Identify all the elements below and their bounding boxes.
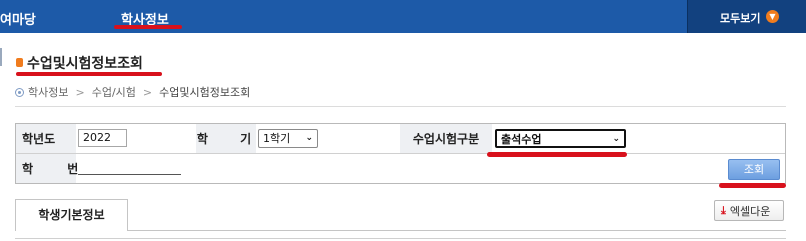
chevron-down-icon: ⌄ (305, 133, 313, 143)
annotation-underline-nav (114, 25, 182, 29)
class-exam-type-label: 수업시험구분 (400, 124, 492, 153)
title-bullet-icon (16, 58, 23, 67)
class-exam-type-value: 출석수업 (501, 133, 542, 146)
tab-baseline (128, 230, 786, 231)
year-input[interactable]: 2022 (78, 129, 127, 147)
annotation-underline-search-button (719, 183, 786, 188)
left-edge-marker (0, 48, 2, 66)
student-number-input[interactable] (78, 174, 181, 175)
nav-item-yeomadang[interactable]: 여마당 (0, 9, 36, 28)
annotation-underline-title (16, 72, 162, 76)
year-label: 학년도 (16, 124, 76, 153)
breadcrumb-item-academic[interactable]: 학사정보 (28, 84, 68, 100)
student-number-label: 학 번 (16, 154, 78, 183)
excel-download-button[interactable]: ⤓ 엑셀다운 (714, 200, 784, 221)
term-label: 학 기 (196, 124, 256, 153)
chevron-down-circle-icon: ▼ (766, 10, 779, 23)
divider (15, 106, 786, 107)
term-select[interactable]: 1학기 ⌄ (258, 129, 318, 148)
divider (16, 153, 785, 154)
class-exam-type-select[interactable]: 출석수업 ⌄ (495, 129, 626, 148)
view-all-label: 모두보기 (720, 12, 761, 25)
chevron-down-icon: ⌄ (612, 134, 620, 144)
search-button[interactable]: 조회 (728, 159, 780, 180)
search-form: 학년도 2022 학 기 1학기 ⌄ 수업시험구분 출석수업 ⌄ 학 번 조회 (15, 123, 786, 184)
annotation-underline-type-select (487, 152, 627, 157)
breadcrumb: 학사정보 > 수업/시험 > 수업및시험정보조회 (15, 84, 250, 100)
breadcrumb-item-class-exam[interactable]: 수업/시험 (92, 84, 136, 100)
view-all-button[interactable]: 모두보기 ▼ (687, 0, 806, 33)
breadcrumb-item-current: 수업및시험정보조회 (159, 86, 251, 99)
download-icon: ⤓ (721, 203, 726, 217)
breadcrumb-separator: > (75, 85, 85, 99)
breadcrumb-home-icon (15, 87, 24, 97)
tab-student-basic-info[interactable]: 학생기본정보 (15, 199, 128, 231)
breadcrumb-separator: > (142, 85, 153, 99)
term-select-value: 1학기 (263, 132, 291, 145)
page-title: 수업및시험정보조회 (27, 56, 143, 72)
excel-download-label: 엑셀다운 (729, 204, 771, 218)
